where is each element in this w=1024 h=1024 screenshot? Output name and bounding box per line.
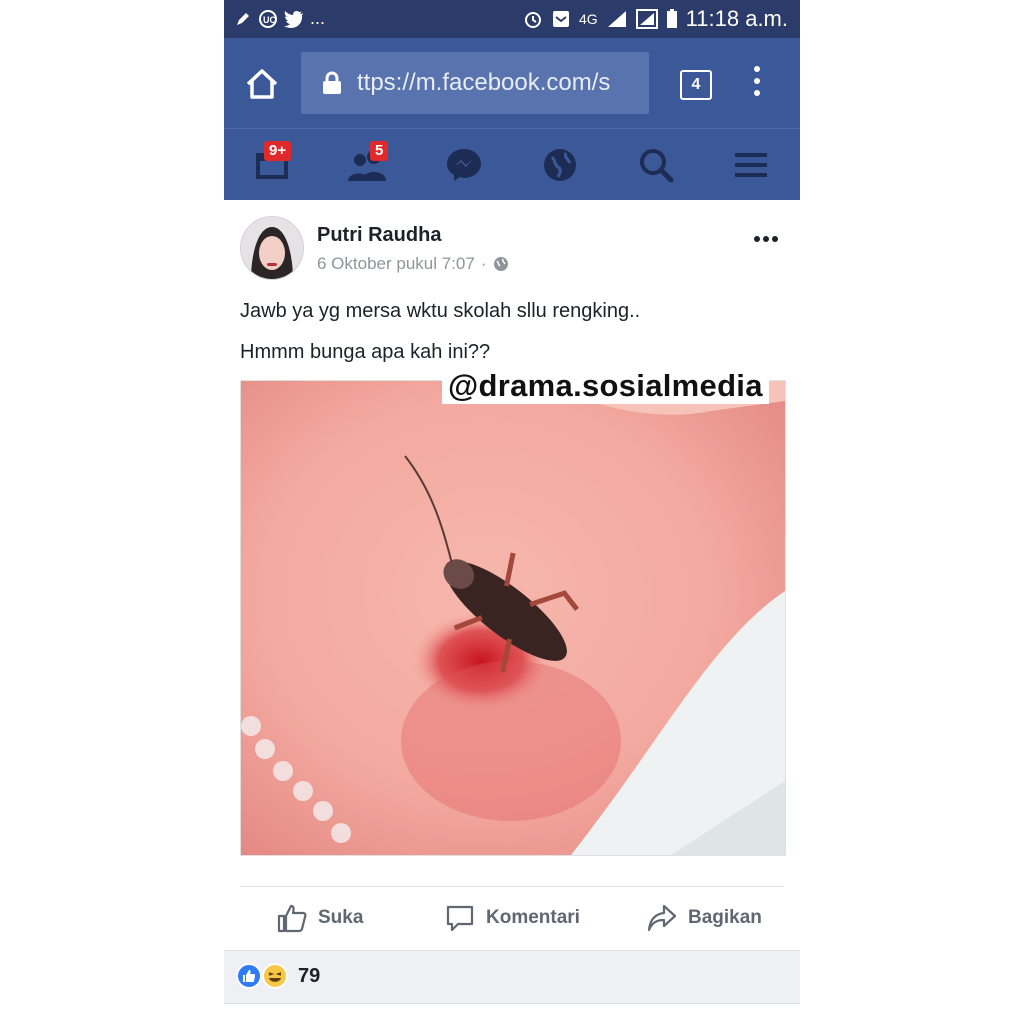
facebook-nav-bar: 9+ 5 xyxy=(224,128,800,201)
share-icon xyxy=(647,904,677,932)
avatar-photo xyxy=(241,217,303,279)
url-text: ttps://m.facebook.com/s xyxy=(357,69,611,96)
meta-separator: · xyxy=(480,254,487,273)
post-text-line-1: Jawb ya yg mersa wktu skolah sllu rengki… xyxy=(240,300,641,322)
home-icon[interactable] xyxy=(244,66,280,102)
nav-friend-requests[interactable]: 5 xyxy=(346,141,390,187)
tab-switcher-button[interactable]: 4 xyxy=(680,70,712,100)
svg-text:UC: UC xyxy=(263,15,276,25)
battery-icon xyxy=(666,9,677,28)
post-actions: Suka Komentari Bagikan xyxy=(224,896,800,942)
author-avatar[interactable] xyxy=(240,216,304,280)
like-reaction-icon xyxy=(236,963,262,989)
next-comment-row xyxy=(224,1003,800,1024)
nav-feed[interactable]: 9+ xyxy=(252,141,296,187)
nav-menu[interactable] xyxy=(730,143,774,187)
notification-icon xyxy=(552,11,569,27)
post-timestamp[interactable]: 6 Oktober pukul 7:07 xyxy=(317,254,475,274)
share-button[interactable]: Bagikan xyxy=(646,902,762,934)
comment-icon xyxy=(446,905,474,932)
author-name[interactable]: Putri Raudha xyxy=(317,224,441,247)
thumbs-up-icon xyxy=(277,904,307,933)
action-divider xyxy=(240,886,784,887)
haha-reaction-icon xyxy=(262,963,288,989)
reaction-count: 79 xyxy=(298,965,321,987)
alarm-icon xyxy=(524,12,541,28)
like-label: Suka xyxy=(318,907,364,928)
public-globe-icon xyxy=(493,257,508,271)
phone-screen: UC ... 4G 11:18 a.m. ttps://m.facebook.c… xyxy=(224,0,800,1024)
comment-label: Komentari xyxy=(486,907,580,928)
post-card: Putri Raudha 6 Oktober pukul 7:07 · Jawb… xyxy=(224,200,800,950)
globe-icon xyxy=(544,149,576,181)
friends-badge: 5 xyxy=(370,141,389,161)
status-bar: UC ... 4G 11:18 a.m. xyxy=(224,0,800,38)
twitter-icon xyxy=(284,10,303,28)
nav-messenger[interactable] xyxy=(442,143,486,187)
comment-button[interactable]: Komentari xyxy=(444,902,580,934)
lock-icon xyxy=(323,71,341,94)
like-button[interactable]: Suka xyxy=(276,902,363,934)
signal-icon-2 xyxy=(635,9,658,29)
url-field[interactable]: ttps://m.facebook.com/s xyxy=(301,52,649,114)
messenger-icon xyxy=(447,149,481,181)
status-left-icons: UC ... xyxy=(234,8,325,29)
status-ellipsis: ... xyxy=(310,8,326,28)
nav-notifications[interactable] xyxy=(538,143,582,187)
pen-icon xyxy=(237,12,249,25)
post-text-line-2: Hmmm bunga apa kah ini?? xyxy=(240,341,491,363)
search-icon xyxy=(640,149,674,183)
post-options-icon[interactable] xyxy=(754,236,778,242)
post-photo[interactable] xyxy=(240,380,786,856)
reactions-bar[interactable]: 79 xyxy=(224,950,800,1003)
feed-badge: 9+ xyxy=(264,141,292,161)
post-meta: 6 Oktober pukul 7:07 · xyxy=(317,254,509,274)
cockroach-on-hand-image xyxy=(241,381,785,855)
signal-icon xyxy=(607,11,626,27)
share-label: Bagikan xyxy=(688,907,762,928)
network-type: 4G xyxy=(578,11,598,27)
watermark-text: @drama.sosialmedia xyxy=(442,368,769,404)
nav-search[interactable] xyxy=(634,143,678,187)
hamburger-menu-icon xyxy=(735,153,767,177)
status-right-icons: 4G 11:18 a.m. xyxy=(523,6,788,32)
browser-address-bar: ttps://m.facebook.com/s 4 xyxy=(224,38,800,128)
browser-menu-icon[interactable] xyxy=(754,66,762,100)
status-time: 11:18 a.m. xyxy=(685,6,788,31)
uc-browser-icon: UC xyxy=(259,9,277,28)
